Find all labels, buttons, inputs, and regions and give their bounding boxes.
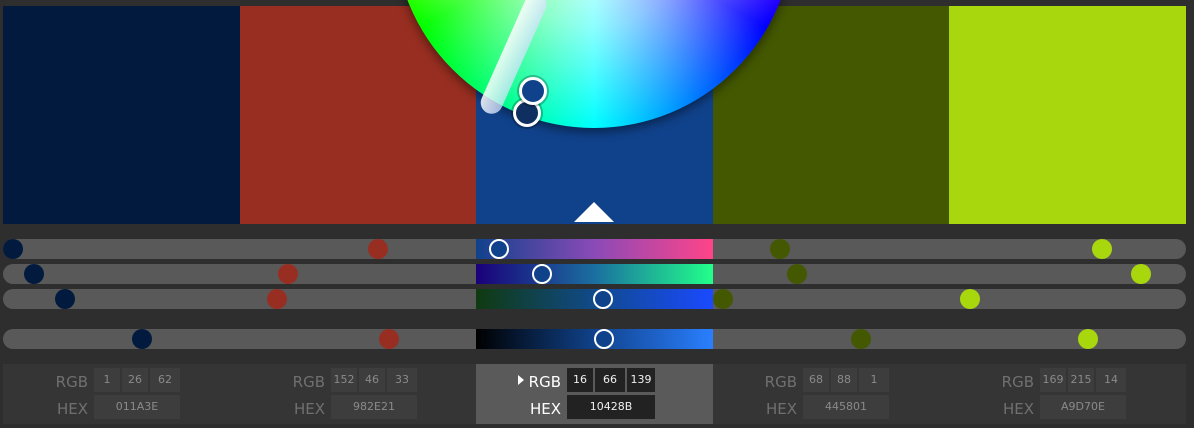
slider-dot[interactable] [851,329,871,349]
red-value[interactable]: 16 [567,368,593,392]
rgb-label: RGB [1001,373,1034,391]
slider-gradient-2[interactable] [476,264,713,284]
slider-dot[interactable] [278,264,298,284]
slider-dot[interactable] [24,264,44,284]
slider-dot[interactable] [1131,264,1151,284]
hex-value[interactable]: 982E21 [331,395,417,419]
slider-dot[interactable] [368,239,388,259]
hex-label: HEX [529,400,561,418]
hex-label: HEX [293,400,325,418]
slider-dot[interactable] [55,289,75,309]
red-value[interactable]: 1 [94,368,120,392]
slider-dot[interactable] [1092,239,1112,259]
slider-knob-selected[interactable] [489,239,509,259]
blue-value[interactable]: 14 [1096,368,1126,392]
green-value[interactable]: 215 [1068,368,1094,392]
rgb-label: RGB [55,373,88,391]
slider-dot[interactable] [770,239,790,259]
blue-value[interactable]: 62 [150,368,180,392]
red-value[interactable]: 152 [331,368,357,392]
slider-dot[interactable] [3,239,23,259]
hex-label: HEX [56,400,88,418]
slider-dot[interactable] [267,289,287,309]
rgb-label: RGB [764,373,797,391]
slider-knob-selected[interactable] [593,289,613,309]
slider-gradient-1[interactable] [476,239,713,259]
hex-value[interactable]: A9D70E [1040,395,1126,419]
green-value[interactable]: 88 [831,368,857,392]
slider-knob-selected[interactable] [532,264,552,284]
green-value[interactable]: 66 [595,368,625,392]
hex-label: HEX [1002,400,1034,418]
red-value[interactable]: 68 [803,368,829,392]
green-value[interactable]: 46 [359,368,385,392]
hex-value[interactable]: 011A3E [94,395,180,419]
slider-dot[interactable] [379,329,399,349]
slider-dot[interactable] [1078,329,1098,349]
blue-value[interactable]: 33 [387,368,417,392]
slider-dot[interactable] [787,264,807,284]
rgb-label: RGB [528,373,561,391]
slider-dot[interactable] [960,289,980,309]
blue-value[interactable]: 1 [859,368,889,392]
swatch-1[interactable] [3,6,240,224]
red-value[interactable]: 169 [1040,368,1066,392]
hex-label: HEX [765,400,797,418]
swatch-5[interactable] [949,6,1186,224]
hex-value[interactable]: 445801 [803,395,889,419]
triangle-up-icon [574,202,614,222]
slider-dot[interactable] [132,329,152,349]
hex-value[interactable]: 10428B [567,395,655,419]
slider-knob-selected[interactable] [594,329,614,349]
green-value[interactable]: 26 [122,368,148,392]
slider-dot[interactable] [713,289,733,309]
rgb-label: RGB [292,373,325,391]
blue-value[interactable]: 139 [627,368,655,392]
